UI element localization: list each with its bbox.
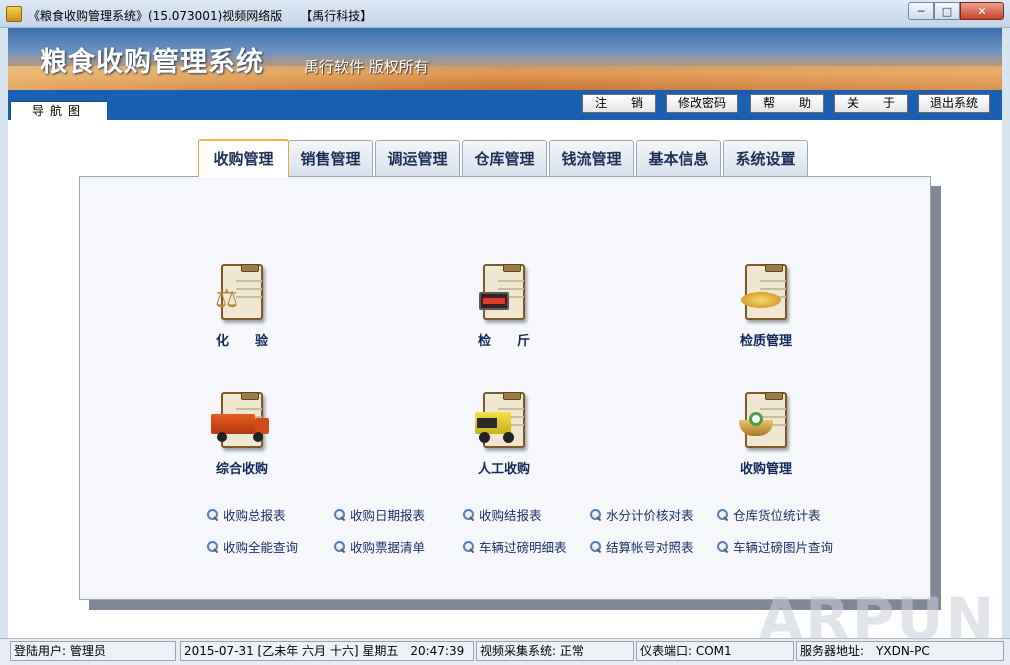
search-icon <box>717 508 729 521</box>
search-icon <box>590 508 602 521</box>
tab-purchase-management[interactable]: 收购管理 <box>198 139 289 177</box>
search-icon <box>590 540 602 553</box>
report-link-purchase-summary[interactable]: 收购总报表 <box>207 505 286 524</box>
logout-button[interactable]: 注 销 <box>582 94 656 113</box>
tab-transport-management[interactable]: 调运管理 <box>375 140 460 176</box>
tab-system-settings[interactable]: 系统设置 <box>723 140 808 176</box>
status-datetime: 2015-07-31 [乙未年 六月 十六] 星期五 20:47:39 <box>180 641 474 661</box>
watermark: ARPUN <box>758 585 996 653</box>
tab-warehouse-management[interactable]: 仓库管理 <box>462 140 547 176</box>
basket-icon <box>739 390 793 452</box>
search-icon <box>334 508 346 521</box>
weighing-display-icon <box>477 262 531 324</box>
tab-cashflow-management[interactable]: 钱流管理 <box>549 140 634 176</box>
app-banner: 粮食收购管理系统 禹行软件 版权所有 <box>8 28 1002 90</box>
status-video-system: 视频采集系统: 正常 <box>476 641 634 661</box>
dump-truck-icon <box>475 390 531 452</box>
search-icon <box>334 540 346 553</box>
window-controls: ─ □ ✕ <box>908 2 1004 20</box>
exit-system-button[interactable]: 退出系统 <box>918 94 990 113</box>
truck-icon <box>211 390 269 452</box>
module-comprehensive-purchase[interactable]: 综合收购 <box>182 390 302 490</box>
app-icon <box>6 6 22 22</box>
report-link-warehouse-location[interactable]: 仓库货位统计表 <box>717 505 821 524</box>
module-label: 人工收购 <box>477 462 530 477</box>
report-link-purchase-settlement[interactable]: 收购结报表 <box>463 505 542 524</box>
grain-icon <box>739 262 793 324</box>
module-label: 综合收购 <box>215 462 268 477</box>
module-assay[interactable]: ⚖ 化 验 <box>182 262 302 362</box>
scale-icon: ⚖ <box>215 262 269 324</box>
module-weighing[interactable]: 检 斤 <box>444 262 564 362</box>
report-link-purchase-receipts[interactable]: 收购票据清单 <box>334 537 425 556</box>
report-link-purchase-by-date[interactable]: 收购日期报表 <box>334 505 425 524</box>
search-icon <box>463 540 475 553</box>
report-link-purchase-query[interactable]: 收购全能查询 <box>207 537 298 556</box>
minimize-button[interactable]: ─ <box>908 2 934 20</box>
report-link-moisture-pricing[interactable]: 水分计价核对表 <box>590 505 694 524</box>
module-manual-purchase[interactable]: 人工收购 <box>444 390 564 490</box>
status-user: 登陆用户: 管理员 <box>10 641 176 661</box>
about-button[interactable]: 关 于 <box>834 94 908 113</box>
search-icon <box>463 508 475 521</box>
module-quality-management[interactable]: 检质管理 <box>706 262 826 362</box>
module-label: 收购管理 <box>739 462 792 477</box>
close-button[interactable]: ✕ <box>960 2 1004 20</box>
module-purchase-management[interactable]: 收购管理 <box>706 390 826 490</box>
change-password-button[interactable]: 修改密码 <box>666 94 738 113</box>
window-title: 《粮食收购管理系统》(15.073001)视频网络版 【禹行科技】 <box>28 9 373 23</box>
search-icon <box>207 508 219 521</box>
module-label: 检 斤 <box>477 334 530 349</box>
module-label: 检质管理 <box>739 334 792 349</box>
tab-basic-info[interactable]: 基本信息 <box>636 140 721 176</box>
search-icon <box>207 540 219 553</box>
help-button[interactable]: 帮 助 <box>750 94 824 113</box>
tab-navigation-map[interactable]: 导航图 <box>10 101 108 121</box>
module-label: 化 验 <box>215 334 268 349</box>
app-title: 粮食收购管理系统 <box>40 47 264 78</box>
report-link-vehicle-weighing-details[interactable]: 车辆过磅明细表 <box>463 537 567 556</box>
app-copyright: 禹行软件 版权所有 <box>304 58 429 76</box>
report-link-settlement-accounts[interactable]: 结算帐号对照表 <box>590 537 694 556</box>
window-titlebar: 《粮食收购管理系统》(15.073001)视频网络版 【禹行科技】 ─ □ ✕ <box>0 0 1010 28</box>
tab-sales-management[interactable]: 销售管理 <box>288 140 373 176</box>
maximize-button[interactable]: □ <box>934 2 960 20</box>
search-icon <box>717 540 729 553</box>
report-link-vehicle-weighing-photos[interactable]: 车辆过磅图片查询 <box>717 537 833 556</box>
